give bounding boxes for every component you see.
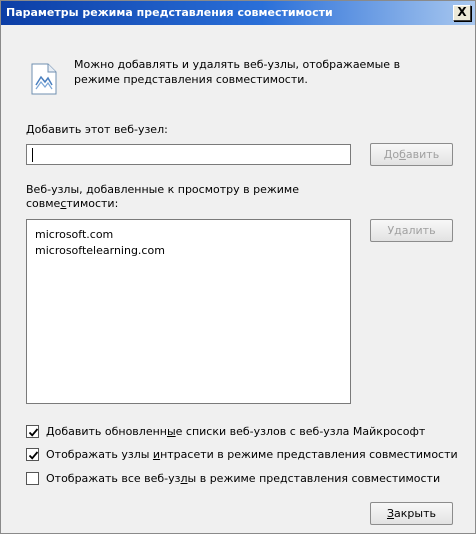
- checkmark-icon: [28, 451, 39, 460]
- info-text-line2: режиме представления совместимости.: [74, 73, 308, 86]
- info-text-line1: Можно добавлять и удалять веб-узлы, отоб…: [74, 58, 401, 71]
- site-list[interactable]: microsoft.com microsoftelearning.com: [26, 219, 351, 404]
- compatibility-view-icon: [31, 63, 57, 95]
- option-text-post: е списки веб-узлов с веб-узла Майкрософт: [175, 425, 426, 438]
- remove-site-button[interactable]: Удалить: [370, 219, 453, 242]
- all-sites-label: Отображать все веб-узлы в режиме предста…: [46, 472, 440, 485]
- compatibility-view-dialog: Параметры режима представления совместим…: [0, 0, 476, 534]
- checkmark-icon: [28, 428, 39, 437]
- close-button[interactable]: Закрыть: [370, 502, 453, 525]
- close-window-button[interactable]: X: [453, 5, 471, 21]
- close-button-accesskey: З: [386, 507, 395, 520]
- add-button-accesskey: б: [399, 148, 406, 161]
- option-text-pre: Отображать все веб-уз: [46, 472, 181, 485]
- site-list-label-line1: Веб-узлы, добавленные к просмотру в режи…: [26, 183, 299, 196]
- add-site-label-text: обавить этот веб-узел:: [34, 123, 168, 136]
- option-accesskey: л: [180, 472, 188, 485]
- option-text-post: ы в режиме представления совместимости: [187, 472, 441, 485]
- intranet-sites-label: Отображать узлы интрасети в режиме предс…: [46, 448, 458, 461]
- list-item[interactable]: microsoftelearning.com: [35, 244, 165, 258]
- update-lists-checkbox[interactable]: [26, 425, 39, 438]
- add-button-text-post: авить: [405, 148, 440, 161]
- add-site-button[interactable]: Добавить: [370, 143, 453, 166]
- update-lists-label: Добавить обновленные списки веб-узлов с …: [46, 425, 425, 438]
- info-description: Можно добавлять и удалять веб-узлы, отоб…: [74, 57, 434, 87]
- site-list-label-pre: совме: [26, 197, 61, 210]
- option-accesskey: ы: [166, 425, 176, 438]
- option-text-post: нтрасети в режиме представления совмести…: [160, 448, 458, 461]
- dialog-title: Параметры режима представления совместим…: [6, 6, 333, 19]
- add-button-text-pre: До: [383, 148, 400, 161]
- add-site-input[interactable]: [26, 144, 351, 165]
- site-list-label-line2: совместимости:: [26, 197, 299, 211]
- add-site-label: Добавить этот веб-узел:: [26, 123, 168, 136]
- text-caret: [32, 148, 33, 162]
- all-sites-checkbox[interactable]: [26, 472, 39, 485]
- intranet-sites-checkbox[interactable]: [26, 448, 39, 461]
- option-text-pre: Отображать узлы: [46, 448, 153, 461]
- title-bar[interactable]: Параметры режима представления совместим…: [1, 1, 475, 25]
- site-list-label-post: тимости:: [66, 197, 119, 210]
- option-accesskey: и: [152, 448, 161, 461]
- list-item[interactable]: microsoft.com: [35, 228, 113, 242]
- site-list-label: Веб-узлы, добавленные к просмотру в режи…: [26, 183, 299, 211]
- close-button-text: акрыть: [394, 507, 436, 520]
- option-text-pre: Добавить обновленн: [46, 425, 167, 438]
- add-site-label-accesskey: Д: [26, 123, 35, 136]
